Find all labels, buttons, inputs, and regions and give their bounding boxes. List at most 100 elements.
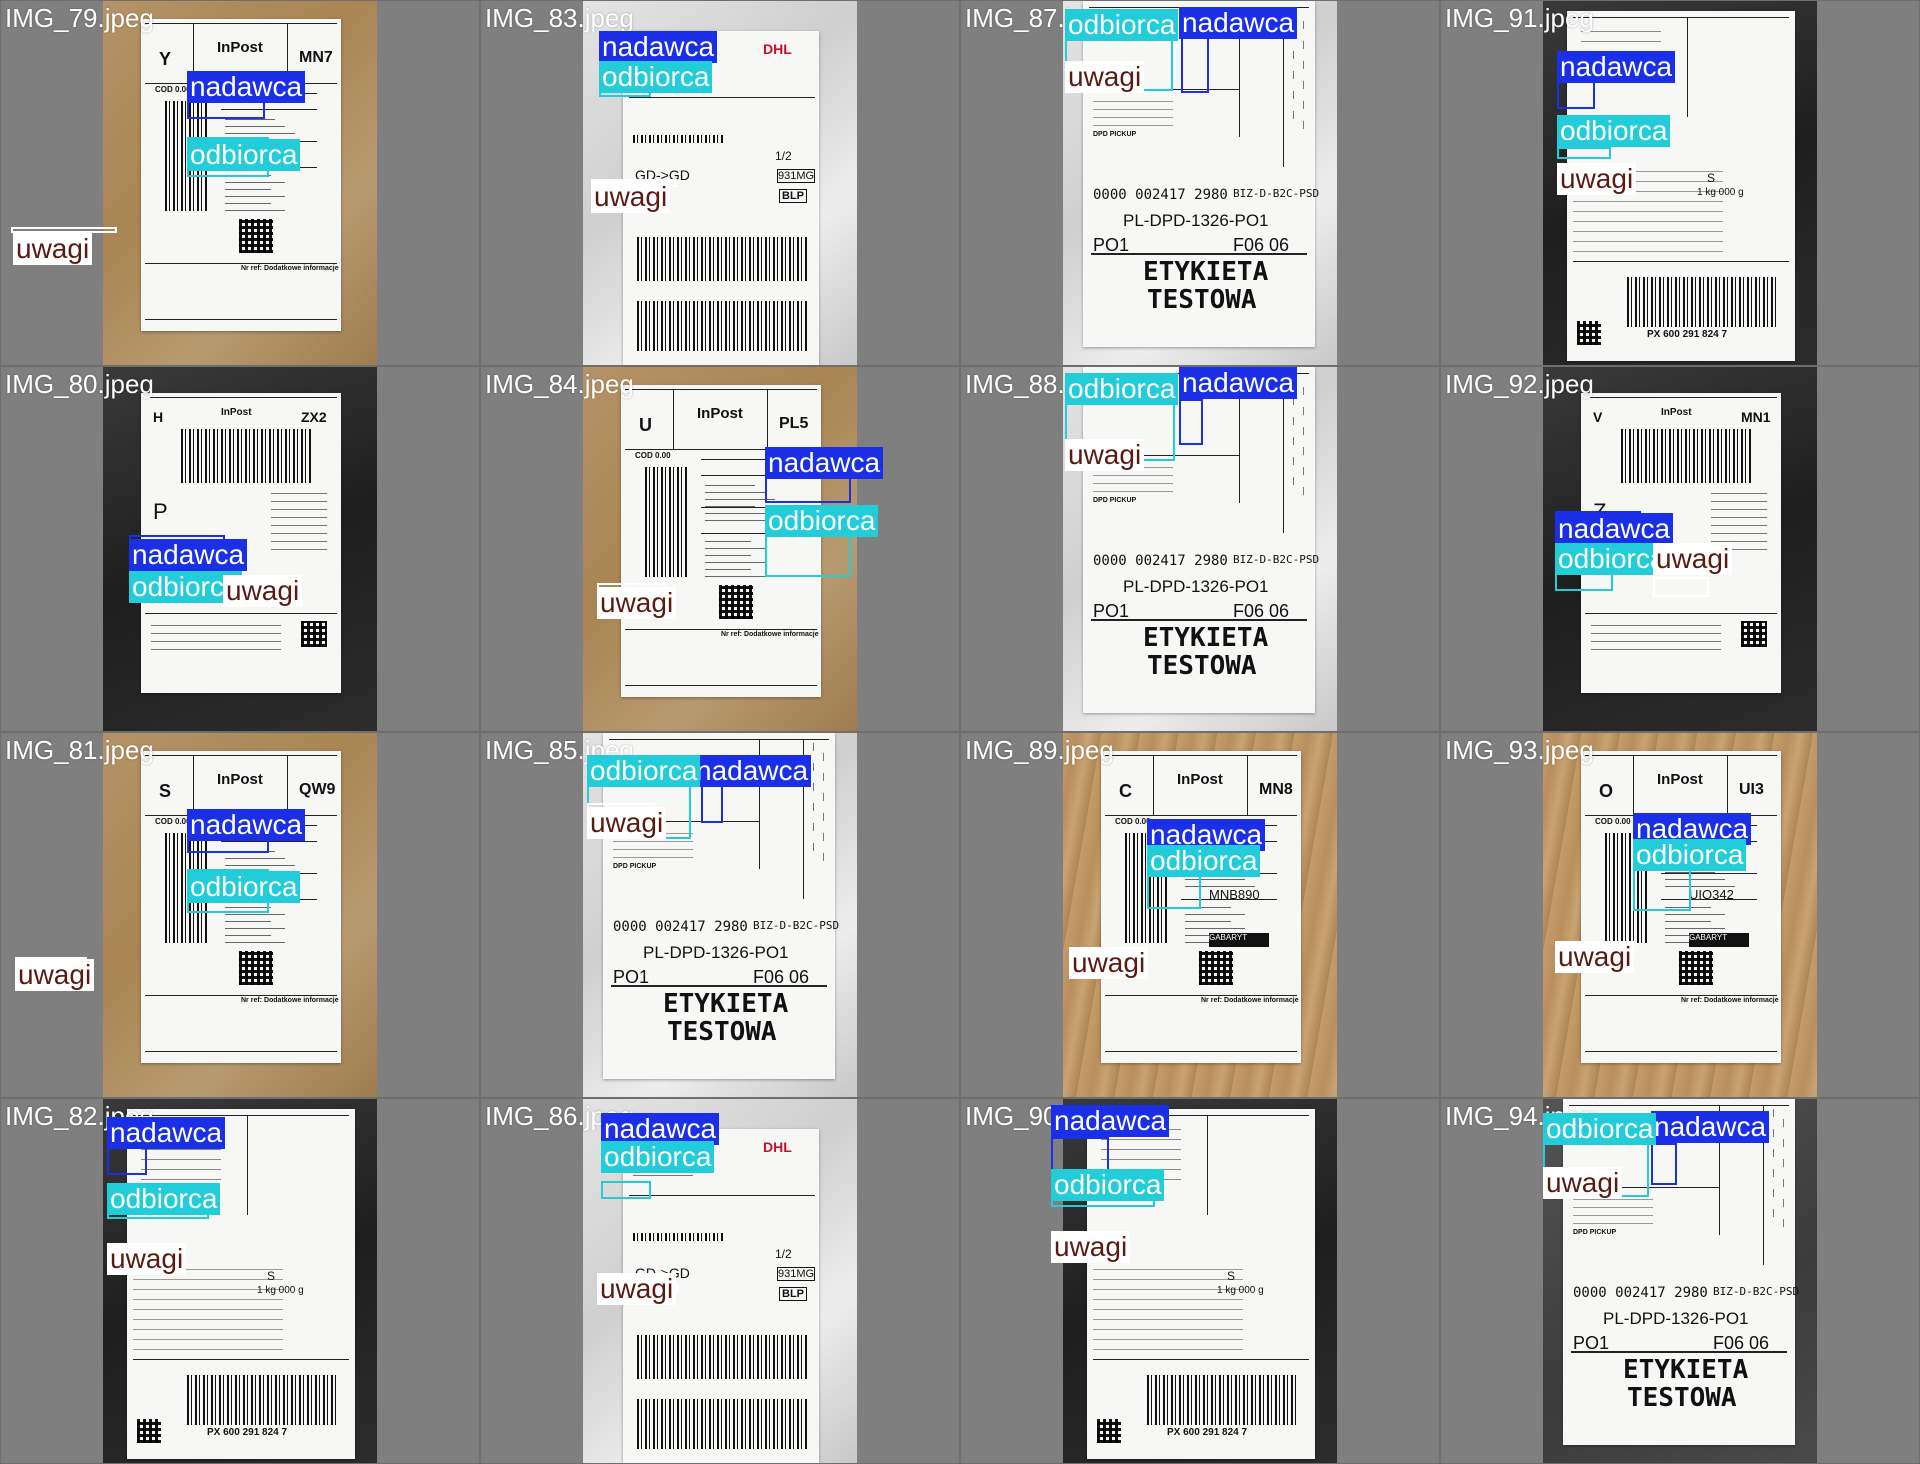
class-label-nadawca: nadawca (1051, 1105, 1170, 1137)
barcode-number: PX 600 291 824 7 (1167, 1427, 1248, 1438)
barcode (1627, 277, 1777, 327)
text-line (1711, 533, 1767, 534)
image-tile: DPD PICKUP 0000 002417 2980 BIZ-D-B2C-PSD P… (961, 367, 1439, 731)
text-line (1773, 1149, 1774, 1157)
qr-code (1741, 621, 1767, 647)
label-rule (1585, 613, 1777, 614)
piece-count: 1/2 (775, 1247, 792, 1261)
test-subtitle: TESTOWA (1147, 651, 1257, 681)
parcel-letter: Y (159, 49, 172, 69)
text-line (225, 865, 295, 866)
parcel-letter: O (1599, 781, 1614, 801)
label-rule (1569, 1105, 1789, 1106)
footer-text: Nr ref: Dodatkowe informacje (241, 265, 339, 272)
text-line (1303, 447, 1304, 455)
image-tile: O InPost UI3 COD 0.00 UIO342 GABARYT Nr ref: D… (1441, 733, 1919, 1097)
text-line (1093, 109, 1173, 110)
label-rule (133, 1329, 283, 1330)
text-line (705, 562, 765, 563)
text-line (1293, 111, 1294, 119)
class-label-odbiorca: odbiorca (1147, 845, 1261, 877)
qr-code (1679, 951, 1713, 985)
class-label-odbiorca: odbiorca (1065, 373, 1179, 405)
text-line (1591, 625, 1721, 626)
route-code: PL-DPD-1326-PO1 (1123, 211, 1269, 230)
inpost-logo: InPost (1661, 407, 1692, 418)
small-barcode (633, 1233, 723, 1241)
barcode (187, 1375, 337, 1425)
label-rule (1585, 755, 1777, 756)
text-line (225, 133, 295, 134)
image-tile: S 1 kg 000 g PX 600 291 824 7 IMG_91.jpeg na… (1441, 1, 1919, 365)
parcel-letter: C (1119, 781, 1132, 801)
text-line (225, 928, 285, 929)
text-line (813, 823, 814, 831)
parcel-weight: 1 kg 000 g (1697, 187, 1744, 198)
text-line (633, 1175, 693, 1176)
image-tile: DHL 1/2 GD->GD 931MG BLP IMG_83.jpeg nadawca od… (481, 1, 959, 365)
text-line (1783, 1219, 1784, 1227)
label-rule (1573, 17, 1789, 18)
text-line (1581, 41, 1661, 42)
parcel-weight: 1 kg 000 g (1217, 1285, 1264, 1296)
text-line (1093, 101, 1173, 102)
class-label-nadawca: nadawca (1555, 513, 1674, 545)
image-tile: DHL1/2GD->GD931MGBLPIMG_86.jpegnadawcaod… (481, 1099, 959, 1463)
image-filename: IMG_84.jpeg (485, 369, 634, 399)
locker-code: QW9 (299, 781, 336, 798)
label-rule (133, 1115, 349, 1116)
image-tile: DPD PICKUP 0000 002417 2980 BIZ-D-B2C-PSD P… (481, 733, 959, 1097)
text-line (151, 649, 281, 650)
text-line (271, 525, 327, 526)
label-rule (133, 1299, 283, 1300)
text-line (271, 501, 327, 502)
image-grid: Y InPost MN7 COD 0.00 Nr ref: Dodatkowe info… (0, 0, 1920, 1464)
text-line (1293, 91, 1294, 99)
text-line (1101, 1159, 1181, 1160)
locker-code: MN7 (299, 49, 333, 66)
image-tile: V InPost MN1 Z IMG_92.jpeg nadawca odbiorca uwa… (1441, 367, 1919, 731)
blp-code: BLP (779, 1287, 807, 1301)
class-label-nadawca: nadawca (129, 539, 248, 571)
parcel-letter: V (1593, 409, 1603, 425)
inpost-logo: InPost (217, 771, 263, 788)
dhl-logo: DHL (763, 41, 792, 57)
barcode-number: PX 600 291 824 7 (207, 1427, 288, 1438)
label-rule (145, 613, 337, 614)
text-line (705, 513, 765, 514)
class-label-uwagi: uwagi (1555, 941, 1635, 973)
text-line (705, 492, 765, 493)
locker-code: PL5 (779, 415, 809, 432)
bbox-nadawca (1651, 1143, 1677, 1185)
class-label-odbiorca: odbiorca (1557, 115, 1671, 147)
text-line (1303, 21, 1304, 29)
text-line (823, 793, 824, 801)
class-label-uwagi: uwagi (223, 575, 303, 607)
inpost-logo: InPost (697, 405, 743, 422)
text-line (1101, 1149, 1181, 1150)
text-line (1783, 1159, 1784, 1167)
text-line (705, 541, 751, 542)
inpost-logo: InPost (1177, 771, 1223, 788)
label-rule (1105, 755, 1297, 756)
tracking-number: 0000 002417 2980 (1573, 1285, 1708, 1301)
text-line (1303, 467, 1304, 475)
image-filename: IMG_79.jpeg (5, 3, 154, 33)
parcel-size: S (1227, 1269, 1236, 1283)
class-label-odbiorca: odbiorca (1633, 839, 1747, 871)
text-line (1711, 501, 1767, 502)
parcel-letter: S (159, 781, 172, 801)
class-label-nadawca: nadawca (693, 755, 812, 787)
text-line (1101, 1139, 1181, 1140)
test-title: ETYKIETA (1143, 623, 1269, 653)
class-label-uwagi: uwagi (591, 181, 671, 213)
cod-text: COD 0.00 (155, 85, 191, 94)
service-code: 931MG (777, 169, 816, 183)
text-line (705, 548, 765, 549)
shipping-label: S 1 kg 000 g PX 600 291 824 7 (1087, 1109, 1315, 1459)
text-line (1783, 1199, 1784, 1207)
text-line (1591, 641, 1721, 642)
test-title: ETYKIETA (1623, 1355, 1749, 1385)
text-line (1185, 921, 1231, 922)
class-label-nadawca: nadawca (187, 71, 306, 103)
